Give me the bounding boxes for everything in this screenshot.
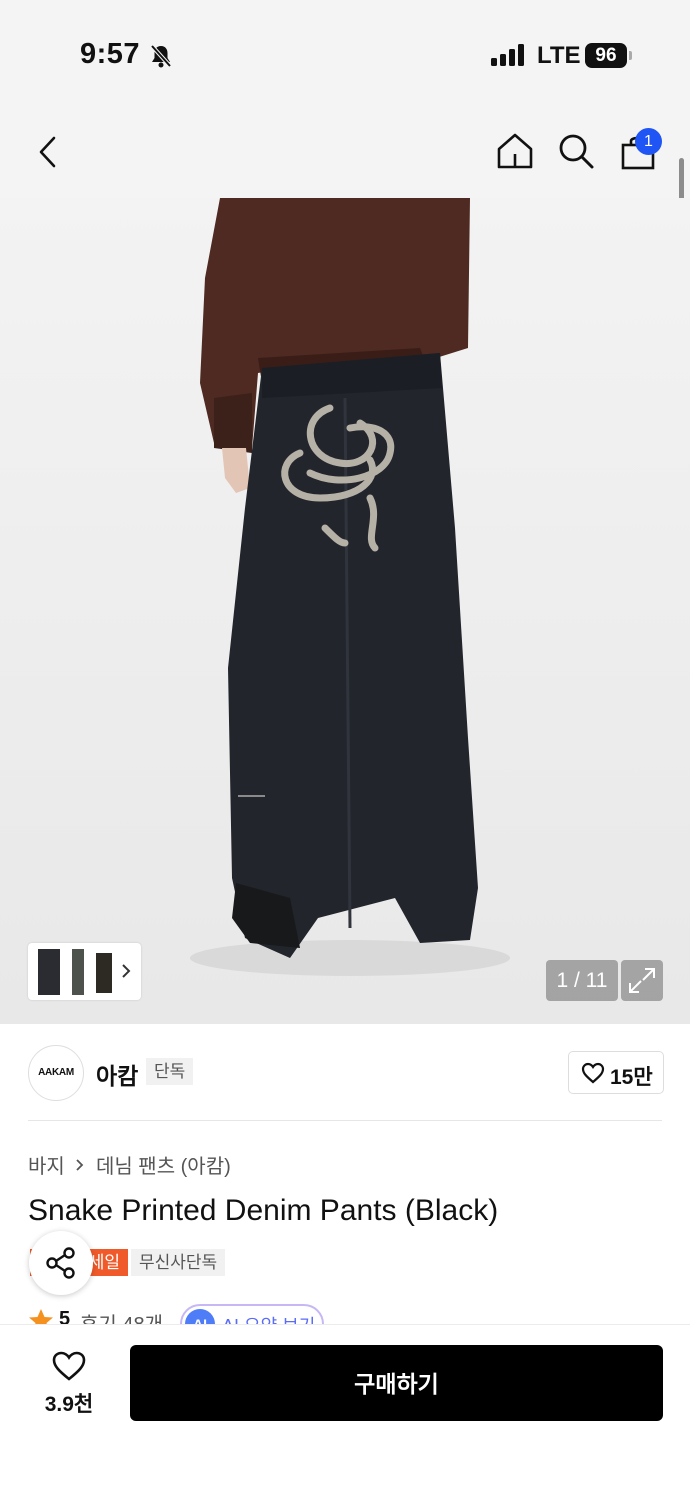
breadcrumb-subcategory[interactable]: 데님 팬츠 (아캄) <box>96 1156 231 1178</box>
bell-muted-icon <box>150 44 172 68</box>
divider <box>28 1120 662 1121</box>
wishlist-count: 3.9천 <box>44 1393 94 1416</box>
heart-icon <box>581 1062 605 1084</box>
expand-button[interactable] <box>621 960 663 1001</box>
back-chevron-icon[interactable] <box>36 134 60 170</box>
buy-button[interactable]: 구매하기 <box>130 1345 663 1421</box>
exclusive-tag: 단독 <box>146 1058 194 1085</box>
rating-row: 5 후기 48개 AI AI 요약 보기 <box>28 1304 348 1326</box>
nav-bar <box>0 110 690 198</box>
search-icon[interactable] <box>557 132 595 170</box>
battery-tip <box>629 51 632 60</box>
thumbnail-strip[interactable] <box>28 943 141 1000</box>
product-photo <box>190 198 510 976</box>
expand-icon <box>629 968 655 993</box>
home-icon[interactable] <box>496 132 534 170</box>
status-time: 9:57 <box>80 38 141 70</box>
chevron-right-icon <box>76 1158 84 1171</box>
brand-logo[interactable]: AAKAM <box>28 1045 84 1101</box>
musinsa-exclusive-tag: 무신사단독 <box>131 1249 226 1276</box>
breadcrumb-category[interactable]: 바지 <box>28 1156 65 1178</box>
breadcrumb: 바지 데님 팬츠 (아캄) <box>28 1150 231 1179</box>
product-title: Snake Printed Denim Pants (Black) <box>28 1194 499 1227</box>
brand-like-count: 15만 <box>610 1066 653 1089</box>
brand-name[interactable]: 아캄 <box>96 1057 138 1091</box>
product-image[interactable]: 1 / 11 <box>0 198 690 1024</box>
cart-count-badge: 1 <box>635 128 662 155</box>
share-button[interactable] <box>29 1231 93 1295</box>
battery-indicator: 96 <box>585 43 627 68</box>
signal-icon <box>491 44 524 66</box>
thumbnail-images <box>38 949 131 995</box>
network-label: LTE <box>537 42 581 69</box>
status-bar: 9:57 LTE 96 <box>0 0 690 110</box>
ai-summary-button[interactable]: AI AI 요약 보기 <box>180 1304 324 1326</box>
wishlist-heart-icon[interactable] <box>51 1350 87 1382</box>
brand-like-button[interactable]: 15만 <box>568 1051 664 1094</box>
image-counter: 1 / 11 <box>546 960 618 1001</box>
share-icon <box>46 1247 75 1279</box>
